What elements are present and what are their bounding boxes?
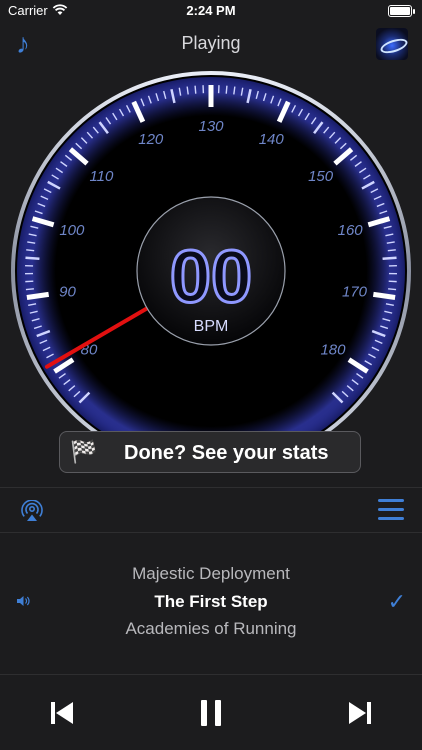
track-list: Majestic Deployment The First Step ✓ Aca… [0,533,422,674]
nav-bar: ♪ Playing [0,22,422,66]
tick-label: 90 [59,284,76,301]
bpm-unit: BPM [194,318,229,335]
menu-icon[interactable] [378,499,404,521]
page-title: Playing [181,33,241,53]
tick-label: 120 [138,131,164,148]
tick-label: 100 [59,222,85,239]
bpm-readout: 00 [170,235,252,318]
minor-tick [194,85,197,94]
minor-tick [26,249,35,252]
toolbar [0,487,422,533]
minor-tick [387,249,396,252]
major-tick [26,291,50,300]
bpm-gauge: 80 90 100 110 120 130 140 150 160 170 180 00 BPM [0,66,422,486]
airplay-icon[interactable] [20,500,44,522]
tick-label: 170 [342,284,368,301]
skip-forward-icon[interactable] [342,695,378,731]
major-tick [372,291,396,300]
minor-tick [382,256,397,260]
minor-tick [25,288,34,291]
status-bar: Carrier 2:24 PM [0,0,422,22]
pause-icon[interactable] [193,695,229,731]
tick-label: 110 [89,168,114,185]
tick-label: 140 [259,131,285,148]
gauge-dial: 8090100110120130140150160170180 00 BPM [11,71,411,471]
minor-tick [388,288,397,291]
minor-tick [25,256,40,260]
current-track[interactable]: The First Step [0,592,422,612]
toast-label: Done? See your stats [124,442,329,464]
minor-tick [225,85,228,94]
playback-controls [0,674,422,750]
battery-icon [388,5,415,17]
previous-track[interactable]: Majestic Deployment [0,564,422,584]
tick-label: 130 [198,118,224,135]
album-art-icon[interactable] [376,28,408,60]
next-track[interactable]: Academies of Running [0,619,422,639]
checkmark-icon: ✓ [387,589,406,614]
clock: 2:24 PM [186,3,236,18]
tick-label: 180 [320,341,346,358]
stats-toast-button[interactable]: 🏁 Done? See your stats [59,431,361,473]
skip-back-icon[interactable] [44,695,80,731]
tick-label: 150 [308,168,334,185]
checkered-flags-icon: 🏁 [70,439,98,464]
tick-label: 160 [338,222,364,239]
